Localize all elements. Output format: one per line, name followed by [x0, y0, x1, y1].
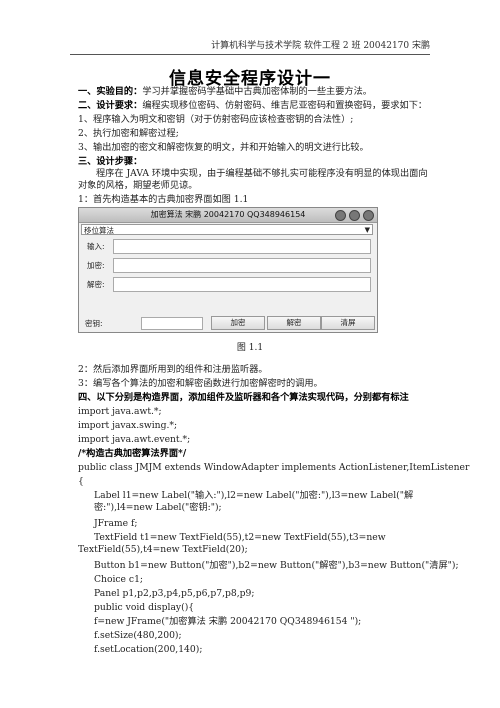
key-row: 密钥: 加密 解密 清屏 [81, 316, 375, 330]
steps-intro: 程序在 JAVA 环境中实现，由于编程基础不够扎实可能程序没有明显的体现出面向对… [78, 168, 428, 191]
input-field[interactable] [113, 239, 371, 254]
code-line: JFrame f; [94, 518, 138, 529]
code-line: TextField t1=new TextField(55),t2=new Te… [78, 532, 386, 555]
encrypt-button[interactable]: 加密 [211, 316, 265, 330]
window-controls [335, 210, 374, 221]
requirements-line: 二、设计要求：编程实现移位密码、仿射密码、维吉尼亚密码和置换密码，要求如下： [78, 100, 427, 112]
input-row: 输入: [81, 238, 373, 254]
decrypt-row: 解密: [81, 276, 373, 292]
requirement-1: 1、程序输入为明文和密钥（对于仿射密码应该检查密钥的合法性）; [78, 114, 354, 125]
step-3: 3：编写各个算法的加密和解密函数进行加密解密时的调用。 [78, 378, 323, 389]
code-line: import javax.swing.*; [78, 420, 178, 431]
window-title: 加密算法 宋鹏 20042170 QQ348946154 [150, 210, 306, 219]
requirements-text: 编程实现移位密码、仿射密码、维吉尼亚密码和置换密码，要求如下： [142, 100, 428, 111]
steps-label: 三、设计步骤： [78, 156, 143, 167]
decrypt-label: 解密: [87, 280, 105, 289]
input-label: 输入: [87, 242, 105, 251]
window-titlebar: 加密算法 宋鹏 20042170 QQ348946154 [79, 208, 377, 223]
code-line: import java.awt.event.*; [78, 434, 191, 445]
encrypt-field[interactable] [113, 258, 371, 273]
algorithm-select-value: 移位算法 [84, 226, 114, 235]
maximize-icon[interactable] [349, 210, 360, 221]
figure-caption: 图 1.1 [236, 343, 264, 353]
code-line: public class JMJM extends WindowAdapter … [78, 462, 470, 473]
code-line: Button b1=new Button("加密"),b2=new Button… [94, 560, 459, 571]
objective-label: 一、实验目的： [78, 86, 143, 97]
code-line: f=new JFrame("加密算法 宋鹏 20042170 QQ3489461… [94, 616, 362, 627]
code-line: f.setLocation(200,140); [94, 644, 203, 655]
decrypt-button[interactable]: 解密 [267, 316, 321, 330]
chevron-down-icon: ▼ [364, 226, 370, 234]
close-icon[interactable] [363, 210, 374, 221]
requirement-3: 3、输出加密的密文和解密恢复的明文，并和开始输入的明文进行比较。 [78, 142, 369, 153]
clear-button[interactable]: 清屏 [321, 316, 375, 330]
key-field[interactable] [141, 317, 203, 330]
encrypt-row: 加密: [81, 257, 373, 273]
requirement-2: 2、执行加密和解密过程; [78, 128, 179, 139]
code-line: import java.awt.*; [78, 406, 162, 417]
step-2: 2：然后添加界面所用到的组件和注册监听器。 [78, 364, 268, 375]
code-line: Choice c1; [94, 574, 144, 585]
code-line: Panel p1,p2,p3,p4,p5,p6,p7,p8,p9; [94, 588, 255, 599]
section-4: 四、以下分别是构造界面，添加组件及监听器和各个算法实现代码，分别都有标注 [78, 392, 409, 403]
code-line: f.setSize(480,200); [94, 630, 182, 641]
encrypt-label: 加密: [87, 261, 105, 270]
algorithm-select[interactable]: 移位算法 ▼ [81, 224, 373, 235]
code-line: { [78, 476, 84, 487]
step-1: 1：首先构造基本的古典加密界面如图 1.1 [78, 194, 249, 205]
minimize-icon[interactable] [335, 210, 346, 221]
requirements-label: 二、设计要求： [78, 100, 143, 111]
app-window-screenshot: 加密算法 宋鹏 20042170 QQ348946154 移位算法 ▼ 输入: … [78, 207, 378, 333]
key-label: 密钥: [85, 319, 103, 328]
objective-text: 学习并掌握密码学基础中古典加密体制的一些主要方法。 [142, 86, 372, 97]
objective-line: 一、实验目的：学习并掌握密码学基础中古典加密体制的一些主要方法。 [78, 86, 372, 98]
decrypt-field[interactable] [113, 277, 371, 292]
code-comment: /*构造古典加密算法界面*/ [78, 448, 187, 459]
code-line: Label l1=new Label("输入:"),l2=new Label("… [94, 490, 414, 513]
code-line: public void display(){ [94, 602, 195, 613]
page-header: 计算机科学与技术学院 软件工程 2 班 20042170 宋鹏 [70, 38, 430, 55]
